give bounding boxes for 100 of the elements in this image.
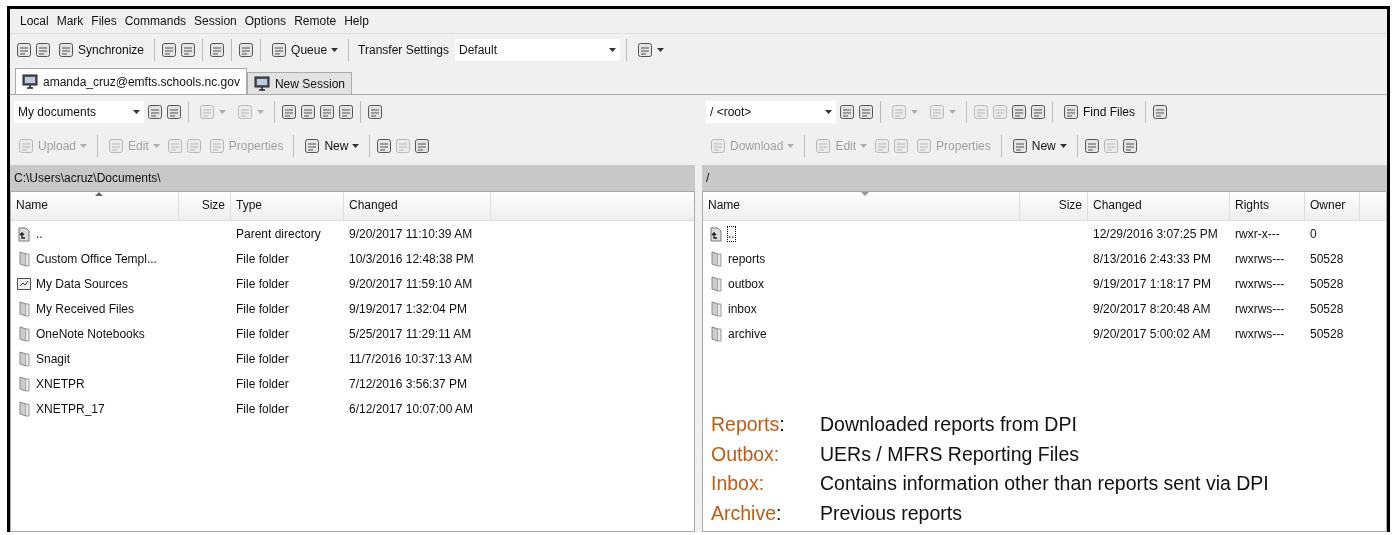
menu-item[interactable]: Help xyxy=(340,12,373,30)
column-header[interactable]: Type xyxy=(231,192,344,220)
file-name[interactable]: inbox xyxy=(728,301,757,316)
toolbar-icon[interactable] xyxy=(376,138,393,154)
column-header[interactable]: Size xyxy=(179,192,231,220)
file-name[interactable]: My Received Files xyxy=(36,301,135,316)
file-name[interactable]: XNETPR xyxy=(36,376,85,391)
folder-icon xyxy=(16,250,32,267)
column-header[interactable]: Changed xyxy=(1088,192,1230,220)
column-header[interactable]: Rights xyxy=(1230,192,1305,220)
path-bar: C:\Users\acruz\Documents\ xyxy=(10,165,695,191)
column-header[interactable]: Owner xyxy=(1305,192,1360,220)
toolbar-icon[interactable] xyxy=(338,104,354,120)
combo-box[interactable]: / <root> xyxy=(706,101,836,123)
file-name[interactable]: outbox xyxy=(728,276,765,291)
file-name[interactable]: Custom Office Templ... xyxy=(36,251,157,266)
column-header[interactable]: Size xyxy=(1020,192,1088,220)
legend-term: Outbox: xyxy=(711,441,781,467)
toolbar-button[interactable]: Synchronize xyxy=(54,38,149,62)
combo-box[interactable]: My documents xyxy=(14,101,144,123)
file-name[interactable]: XNETPR_17 xyxy=(36,401,105,416)
dropdown-button[interactable]: New xyxy=(300,134,364,158)
toolbar-icon[interactable] xyxy=(414,138,431,154)
monitor-icon xyxy=(253,76,270,91)
toolbar-icon[interactable] xyxy=(16,42,32,58)
table-cell-text: rwxrws--- xyxy=(1234,251,1286,266)
document-icon xyxy=(237,104,253,120)
table-cell-text: 9/20/2017 5:00:02 AM xyxy=(1092,326,1212,341)
combo-box[interactable]: Default xyxy=(455,39,620,61)
table-cell-text: 9/19/2017 1:32:04 PM xyxy=(348,301,469,316)
table-cell-text: 0 xyxy=(1309,226,1318,241)
caret-icon xyxy=(949,110,956,114)
file-name[interactable]: reports xyxy=(728,251,766,266)
caret-icon xyxy=(133,110,140,114)
toolbar-icon[interactable] xyxy=(1152,104,1168,120)
table-cell-text: 9/20/2017 8:20:48 AM xyxy=(1092,301,1212,316)
menu-item[interactable]: Session xyxy=(190,12,241,30)
table-cell-text: 9/19/2017 1:18:17 PM xyxy=(1092,276,1213,291)
menu-item[interactable]: Local xyxy=(16,12,53,30)
toolbar-icon[interactable] xyxy=(300,104,316,120)
table-cell-text: File folder xyxy=(235,376,290,391)
document-icon xyxy=(58,42,74,58)
folder-icon xyxy=(708,250,724,267)
toolbar-icon[interactable] xyxy=(858,104,874,120)
session-tab[interactable]: amanda_cruz@emfts.schools.nc.gov xyxy=(15,68,247,94)
file-name[interactable]: OneNote Notebooks xyxy=(36,326,145,341)
menu-item[interactable]: Files xyxy=(87,12,121,30)
column-header[interactable]: Name xyxy=(703,192,1020,220)
document-icon xyxy=(108,138,125,154)
caret-icon xyxy=(825,110,832,114)
file-name[interactable]: .. xyxy=(36,226,43,241)
table-cell-text: 11/7/2016 10:37:13 AM xyxy=(348,351,474,366)
toolbar-button[interactable]: Find Files xyxy=(1059,100,1139,124)
toolbar-icon[interactable] xyxy=(180,42,197,58)
toolbar-icon[interactable] xyxy=(209,42,226,58)
table-cell-text: rwxrws--- xyxy=(1234,326,1286,341)
file-name[interactable]: .. xyxy=(728,226,735,241)
legend-description: Contains information other than reports sent via DPI xyxy=(820,471,1269,496)
document-icon xyxy=(916,138,933,154)
toolbar-icon[interactable] xyxy=(839,104,855,120)
toolbar-icon[interactable] xyxy=(161,42,178,58)
session-tab[interactable]: New Session xyxy=(246,72,352,94)
file-name[interactable]: Snagit xyxy=(36,351,71,366)
toolbar-icon[interactable] xyxy=(166,104,182,120)
toolbar-icon[interactable] xyxy=(281,104,297,120)
document-icon xyxy=(891,104,907,120)
menu-item[interactable]: Remote xyxy=(290,12,341,30)
folder-icon xyxy=(16,350,32,367)
toolbar-icon[interactable] xyxy=(367,104,383,120)
legend-term: Reports: xyxy=(711,412,786,437)
toolbar-icon[interactable] xyxy=(1030,104,1046,120)
column-header[interactable]: Changed xyxy=(344,192,491,220)
table-cell-text: rwxrws--- xyxy=(1234,301,1286,316)
caret-icon xyxy=(609,48,616,52)
toolbar-icon[interactable] xyxy=(35,42,51,58)
folder-icon xyxy=(16,375,32,392)
table-cell-text: File folder xyxy=(235,326,290,341)
toolbar-icon[interactable] xyxy=(1011,104,1027,120)
table-cell-text: File folder xyxy=(235,276,290,291)
table-cell-text: 5/25/2017 11:29:11 AM xyxy=(348,326,473,341)
column-header[interactable]: Name xyxy=(11,192,179,220)
table-cell-text: 12/29/2016 3:07:25 PM xyxy=(1092,226,1219,241)
menu-item[interactable]: Mark xyxy=(52,12,88,30)
document-icon xyxy=(815,138,832,154)
toolbar-icon[interactable] xyxy=(238,42,255,58)
menu-item[interactable]: Options xyxy=(240,12,291,30)
document-icon xyxy=(710,138,726,154)
toolbar-icon[interactable] xyxy=(1083,138,1100,154)
caret-icon xyxy=(331,48,339,52)
dropdown-button[interactable]: New xyxy=(1007,134,1071,158)
toolbar-icon[interactable] xyxy=(319,104,335,120)
monitor-icon xyxy=(22,74,38,89)
document-icon xyxy=(18,138,34,154)
menu-item[interactable]: Commands xyxy=(120,12,191,30)
toolbar-icon[interactable] xyxy=(1121,138,1138,154)
toolbar-icon[interactable] xyxy=(147,104,163,120)
file-name[interactable]: My Data Sources xyxy=(36,276,129,291)
table-cell-text: 6/12/2017 10:07:00 AM xyxy=(348,401,475,416)
dropdown-button[interactable]: Queue xyxy=(267,38,343,62)
file-name[interactable]: archive xyxy=(728,326,767,341)
